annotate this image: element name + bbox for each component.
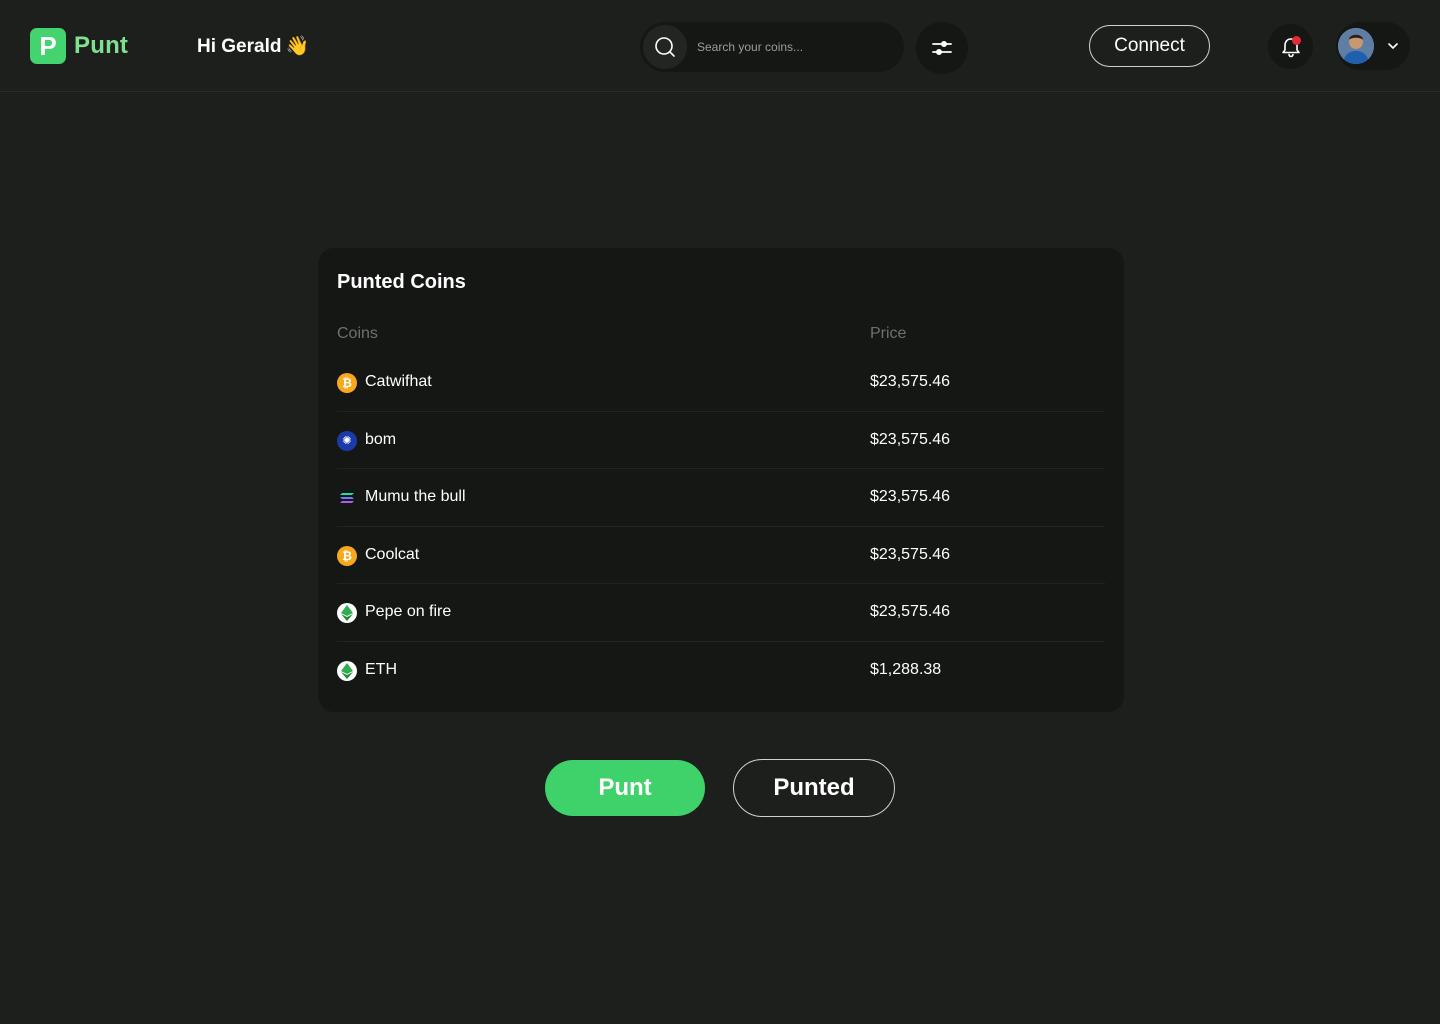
coin-price: $23,575.46 <box>870 373 951 390</box>
coin-row[interactable]: ETH $1,288.38 <box>337 642 1105 700</box>
coin-row[interactable]: ₿ Catwifhat $23,575.46 <box>337 354 1105 412</box>
coin-row[interactable]: Mumu the bull $23,575.46 <box>337 469 1105 527</box>
coin-row[interactable]: Pepe on fire $23,575.46 <box>337 584 1105 642</box>
card-title: Punted Coins <box>337 271 466 293</box>
coin-name: ETH <box>365 660 397 678</box>
coin-price: $23,575.46 <box>870 488 951 506</box>
punted-coins-card: Punted Coins Coins Price ₿ Catwifhat $23… <box>318 248 1124 712</box>
punt-button[interactable]: Punt <box>545 760 705 816</box>
wave-emoji: 👋 <box>285 36 310 57</box>
chevron-down-icon <box>1386 39 1400 53</box>
logo[interactable]: P Punt <box>30 28 128 64</box>
avatar <box>1338 28 1374 64</box>
greeting: Hi Gerald 👋 <box>197 34 309 58</box>
punted-button[interactable]: Punted <box>733 759 895 817</box>
notification-badge <box>1292 36 1301 45</box>
filter-button[interactable] <box>916 22 968 74</box>
coin-list: ₿ Catwifhat $23,575.46 ✺ bom $23,575.46 … <box>337 354 1105 700</box>
coin-row[interactable]: ₿ Coolcat $23,575.46 <box>337 527 1105 585</box>
coin-price: $1,288.38 <box>870 660 942 678</box>
cardano-icon: ✺ <box>337 430 357 451</box>
bitcoin-icon: ₿ <box>337 545 357 566</box>
search-bar <box>640 22 904 72</box>
search-icon <box>655 37 675 57</box>
coin-price: $23,575.46 <box>870 603 951 621</box>
logo-mark: P <box>30 28 66 64</box>
logo-text: Punt <box>74 32 129 59</box>
top-header: P Punt Hi Gerald👋 Connect <box>0 0 1440 92</box>
greeting-text: Hi Gerald <box>197 36 282 57</box>
search-button[interactable] <box>643 25 687 69</box>
coin-name: Mumu the bull <box>365 488 466 506</box>
coin-price: $23,575.46 <box>870 430 951 448</box>
coin-name: Coolcat <box>365 545 420 563</box>
coin-name: bom <box>365 430 397 448</box>
connect-button[interactable]: Connect <box>1089 25 1210 67</box>
column-header-coins: Coins <box>337 325 378 342</box>
search-input[interactable] <box>697 40 904 54</box>
solana-icon <box>337 488 357 508</box>
column-header-price: Price <box>870 325 907 342</box>
ethereum-icon <box>337 660 357 681</box>
notifications-button[interactable] <box>1268 24 1313 69</box>
coin-name: Pepe on fire <box>365 603 452 621</box>
coin-name: Catwifhat <box>365 373 432 390</box>
profile-menu[interactable] <box>1336 22 1410 70</box>
coin-price: $23,575.46 <box>870 545 951 563</box>
bitcoin-icon: ₿ <box>337 373 357 393</box>
ethereum-icon <box>337 603 357 624</box>
sliders-icon <box>932 41 952 55</box>
coin-row[interactable]: ✺ bom $23,575.46 <box>337 412 1105 470</box>
